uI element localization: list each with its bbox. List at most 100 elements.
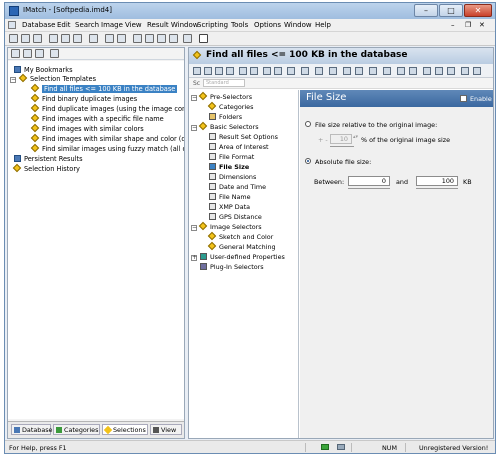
selector-image-selectors[interactable]: Image Selectors	[198, 221, 262, 232]
zoom-icon[interactable]	[383, 67, 391, 75]
mdi-restore-icon[interactable]: ❐	[465, 21, 471, 29]
save-icon[interactable]	[33, 34, 42, 43]
menu-scripting[interactable]: Scripting	[197, 21, 228, 29]
selector-file-size[interactable]: File Size	[209, 163, 249, 172]
tab-selections[interactable]: Selections	[102, 424, 148, 435]
min-size-slider[interactable]	[348, 188, 390, 189]
new-icon[interactable]	[21, 34, 30, 43]
collapse-icon[interactable]: −	[191, 125, 197, 131]
selector-basic-selectors[interactable]: Basic Selectors	[198, 121, 259, 132]
new-template-icon[interactable]	[11, 49, 20, 58]
help-context-icon[interactable]	[199, 34, 208, 43]
max-size-field[interactable]: 100	[416, 176, 458, 186]
filter-icon[interactable]	[145, 34, 154, 43]
tree-item-template[interactable]: Find images with similar shape and color…	[30, 133, 184, 144]
sort-icon[interactable]	[183, 34, 192, 43]
map-icon[interactable]	[447, 67, 455, 75]
selector-date-and-time[interactable]: Date and Time	[209, 183, 266, 192]
selector-categories[interactable]: Categories	[207, 101, 253, 112]
star-icon[interactable]	[169, 34, 178, 43]
open-icon[interactable]	[9, 34, 18, 43]
filter-icon[interactable]	[239, 67, 247, 75]
percent-slider[interactable]	[330, 146, 354, 147]
menu-result-window[interactable]: Result Window	[147, 21, 198, 29]
selector-general-matching[interactable]: General Matching	[207, 241, 276, 252]
minimize-button[interactable]: –	[414, 4, 438, 17]
paste-icon[interactable]	[73, 34, 82, 43]
collapse-icon[interactable]: −	[10, 77, 16, 83]
panel-icon[interactable]	[461, 67, 469, 75]
collapse-icon[interactable]: −	[191, 95, 197, 101]
menu-window[interactable]: Window	[284, 21, 312, 29]
menu-database[interactable]: Database	[22, 21, 55, 29]
tree-item-template[interactable]: Find similar images using fuzzy match (a…	[30, 143, 184, 154]
tree-item-template[interactable]: Find images with similar colors	[30, 123, 144, 134]
relative-size-radio[interactable]	[305, 121, 311, 127]
menu-image[interactable]: Image	[101, 21, 123, 29]
copy-icon[interactable]	[61, 34, 70, 43]
window-icon[interactable]	[473, 67, 481, 75]
tab-categories[interactable]: Categories	[53, 424, 100, 435]
menu-search[interactable]: Search	[75, 21, 99, 29]
run-template-icon[interactable]	[23, 49, 32, 58]
selector-user-defined-properties[interactable]: User-defined Properties	[200, 253, 285, 262]
details-icon[interactable]	[226, 67, 234, 75]
tree-item-selection-history[interactable]: Selection History	[12, 163, 80, 174]
selector-sketch-and-color[interactable]: Sketch and Color	[207, 231, 273, 242]
run-icon[interactable]	[193, 67, 201, 75]
tree-item-template[interactable]: Find binary duplicate images	[30, 93, 137, 104]
expand-icon[interactable]: +	[191, 255, 197, 261]
selector-result-set-options[interactable]: Result Set Options	[209, 133, 278, 142]
absolute-size-radio[interactable]	[305, 158, 311, 164]
menu-help[interactable]: Help	[315, 21, 331, 29]
selector-dimensions[interactable]: Dimensions	[209, 173, 256, 182]
list-icon[interactable]	[215, 67, 223, 75]
refresh-icon[interactable]	[355, 67, 363, 75]
sort-icon[interactable]	[250, 67, 258, 75]
print-icon[interactable]	[89, 34, 98, 43]
tab-view[interactable]: View	[150, 424, 182, 435]
selector-area-of-interest[interactable]: Area of Interest	[209, 143, 269, 152]
flag-icon[interactable]	[343, 67, 351, 75]
menu-tools[interactable]: Tools	[231, 21, 248, 29]
selector-folders[interactable]: Folders	[209, 113, 242, 122]
search-input[interactable]: Standard	[203, 79, 245, 87]
maximize-button[interactable]: □	[439, 4, 463, 17]
percent-spinner-icon[interactable]: ▴▾	[353, 134, 358, 140]
menu-options[interactable]: Options	[254, 21, 281, 29]
selector-xmp-data[interactable]: XMP Data	[209, 203, 250, 212]
tag-icon[interactable]	[329, 67, 337, 75]
select-icon[interactable]	[287, 67, 295, 75]
color-icon[interactable]	[409, 67, 417, 75]
tree-item-persistent-results[interactable]: Persistent Results	[14, 155, 83, 164]
settings-icon[interactable]	[397, 67, 405, 75]
slideshow-icon[interactable]	[274, 67, 282, 75]
close-button[interactable]: ✕	[464, 4, 492, 17]
min-size-field[interactable]: 0	[348, 176, 390, 186]
mdi-minimize-icon[interactable]: –	[451, 21, 455, 29]
grid-icon[interactable]	[157, 34, 166, 43]
image-icon[interactable]	[263, 67, 271, 75]
tree-item-selection-templates[interactable]: Selection Templates	[18, 73, 96, 84]
grid-icon[interactable]	[204, 67, 212, 75]
selector-pre-selectors[interactable]: Pre-Selectors	[198, 91, 252, 102]
tools-icon[interactable]	[117, 34, 126, 43]
tree-item-template[interactable]: Find all files <= 100 KB in the database	[30, 83, 178, 94]
max-size-slider[interactable]	[416, 188, 458, 189]
options-icon[interactable]	[50, 49, 59, 58]
mdi-close-icon[interactable]: ✕	[479, 21, 485, 29]
funnel-icon[interactable]	[315, 67, 323, 75]
tab-database[interactable]: Database	[11, 424, 53, 435]
selector-gps-distance[interactable]: GPS Distance	[209, 213, 262, 222]
view-icon[interactable]	[133, 34, 142, 43]
selector-file-format[interactable]: File Format	[209, 153, 254, 162]
edit-template-icon[interactable]	[35, 49, 44, 58]
selector-plug-in-selectors[interactable]: Plug-In Selectors	[200, 263, 264, 272]
selector-file-name[interactable]: File Name	[209, 193, 251, 202]
percent-field[interactable]: 10	[330, 134, 352, 144]
script-icon[interactable]	[105, 34, 114, 43]
enable-checkbox[interactable]: ✓	[460, 95, 467, 102]
copy-icon[interactable]	[301, 67, 309, 75]
compare-icon[interactable]	[435, 67, 443, 75]
thumbnail-icon[interactable]	[423, 67, 431, 75]
